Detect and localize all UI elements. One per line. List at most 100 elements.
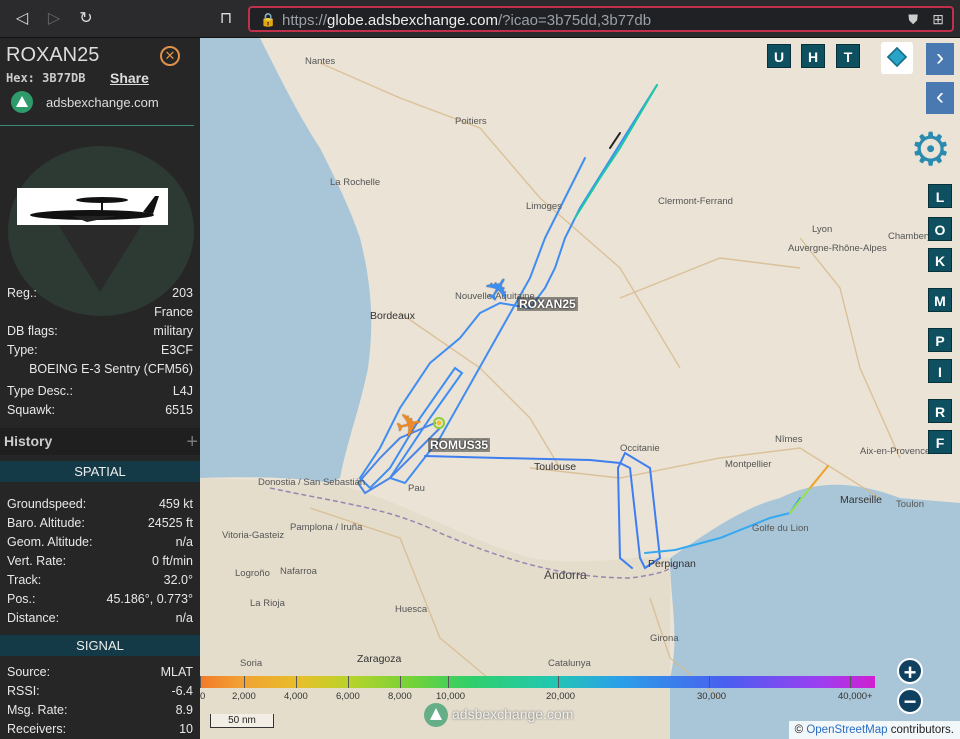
- forward-icon[interactable]: ▷: [44, 9, 64, 29]
- detail-value: E3CF: [161, 343, 193, 357]
- toggle-t-button[interactable]: T: [836, 44, 860, 68]
- bookmark-icon[interactable]: ⊓: [216, 9, 236, 29]
- detail-key: Type:: [7, 343, 38, 357]
- altitude-scale-label: 10,000: [436, 691, 466, 702]
- city-label: Chambery: [888, 231, 932, 242]
- info-row: Distance: n/a: [7, 611, 193, 628]
- toggle-i-button[interactable]: I: [928, 359, 952, 383]
- zoom-in-button[interactable]: +: [897, 658, 923, 685]
- info-key: Source:: [7, 665, 51, 679]
- toggle-u-button[interactable]: U: [767, 44, 791, 68]
- info-key: Receivers:: [7, 722, 67, 736]
- info-key: RSSI:: [7, 684, 40, 698]
- watermark-text: adsbexchange.com: [452, 706, 574, 722]
- url-prefix: https://: [282, 12, 328, 29]
- city-label: Donostia / San Sebastián: [258, 477, 366, 488]
- chevron-right-icon[interactable]: ›: [926, 43, 954, 75]
- blocker-icon[interactable]: ⛊: [908, 12, 918, 28]
- city-label: Limoges: [526, 201, 562, 212]
- info-value: 32.0°: [163, 573, 193, 587]
- toggle-p-button[interactable]: P: [928, 328, 952, 352]
- info-key: Pos.:: [7, 592, 36, 606]
- altitude-scale-tick: [200, 676, 201, 688]
- map-view[interactable]: Nantes Poitiers La Rochelle Limoges Clermont…: [200, 38, 960, 739]
- city-label: Aix-en-Provence: [860, 446, 931, 457]
- detail-row: Type: E3CF: [7, 343, 193, 360]
- altitude-scale-tick: [850, 676, 851, 688]
- hex-value: 3B77DB: [42, 71, 86, 85]
- toggle-r-button[interactable]: R: [928, 399, 952, 423]
- info-row: Pos.: 45.186°, 0.773°: [7, 592, 193, 609]
- expand-icon[interactable]: +: [186, 431, 198, 454]
- city-label: Lyon: [812, 224, 833, 235]
- altitude-scale-label: 6,000: [336, 691, 360, 702]
- detail-key: DB flags:: [7, 324, 58, 338]
- altitude-scale-tick: [244, 676, 245, 688]
- altitude-scale-label: 30,000: [697, 691, 727, 702]
- detail-row: Type Desc.: L4J: [7, 384, 193, 401]
- osm-link[interactable]: OpenStreetMap: [806, 724, 887, 736]
- romus35-label[interactable]: ROMUS35: [428, 438, 491, 452]
- city-label: Auvergne-Rhône-Alpes: [788, 243, 887, 254]
- info-value: 10: [179, 722, 193, 736]
- altitude-scale-tick: [348, 676, 349, 688]
- city-label: Andorra: [544, 568, 587, 582]
- info-row: Geom. Altitude: n/a: [7, 535, 193, 552]
- city-label: Zaragoza: [357, 653, 402, 665]
- toggle-f-button[interactable]: F: [928, 430, 952, 454]
- reload-icon[interactable]: ↻: [76, 9, 96, 29]
- hex-label: Hex:: [6, 71, 35, 85]
- detail-row: France: [7, 305, 193, 322]
- toggle-k-button[interactable]: K: [928, 248, 952, 272]
- share-link[interactable]: Share: [110, 70, 149, 86]
- detail-value: France: [154, 305, 193, 319]
- detail-row: Reg.: 203: [7, 286, 193, 303]
- chevron-left-icon[interactable]: ‹: [926, 82, 954, 114]
- aircraft-photo[interactable]: [17, 188, 168, 225]
- toggle-o-button[interactable]: O: [928, 217, 952, 241]
- info-key: Geom. Altitude:: [7, 535, 93, 549]
- extensions-icon[interactable]: ⊞: [932, 11, 944, 28]
- city-label: Nantes: [305, 56, 336, 67]
- city-label: La Rochelle: [330, 177, 381, 188]
- city-label: Poitiers: [455, 116, 487, 127]
- brand-text: adsbexchange.com: [46, 95, 159, 110]
- altitude-scale-tick: [448, 676, 449, 688]
- city-label: Toulon: [896, 499, 924, 510]
- city-label: Soria: [240, 658, 263, 669]
- info-key: Groundspeed:: [7, 497, 87, 511]
- attribution-prefix: ©: [794, 724, 804, 736]
- toggle-l-button[interactable]: L: [928, 184, 952, 208]
- url-host: globe.adsbexchange.com: [327, 12, 498, 29]
- url-path: /?icao=3b75dd,3b77db: [498, 12, 652, 29]
- info-value: MLAT: [160, 665, 193, 679]
- info-value: 45.186°, 0.773°: [106, 592, 193, 606]
- detail-value: 203: [172, 286, 193, 300]
- info-row: Track: 32.0°: [7, 573, 193, 590]
- info-value: -6.4: [171, 684, 193, 698]
- detail-key: Type Desc.:: [7, 384, 73, 398]
- layers-icon[interactable]: [881, 42, 913, 74]
- close-icon[interactable]: ✕: [160, 46, 180, 66]
- zoom-out-button[interactable]: −: [897, 688, 923, 714]
- aircraft-info-panel: ROXAN25 ✕ Hex: 3B77DB Share adsbexchange…: [0, 38, 200, 739]
- info-row: Source: MLAT: [7, 665, 193, 682]
- detail-row: Squawk: 6515: [7, 403, 193, 420]
- address-bar[interactable]: 🔒 https://globe.adsbexchange.com/?icao=3…: [248, 6, 954, 32]
- info-row: Msg. Rate: 8.9: [7, 703, 193, 720]
- watermark-logo-icon: [424, 703, 448, 727]
- city-label: Golfe du Lion: [752, 523, 809, 534]
- roxan25-label[interactable]: ROXAN25: [517, 297, 578, 311]
- back-icon[interactable]: ◁: [12, 9, 32, 29]
- toggle-h-button[interactable]: H: [801, 44, 825, 68]
- altitude-scale-label: 8,000: [388, 691, 412, 702]
- detail-value: L4J: [172, 384, 193, 398]
- settings-gear-icon[interactable]: ⚙: [910, 126, 951, 172]
- info-row: Vert. Rate: 0 ft/min: [7, 554, 193, 571]
- altitude-scale-tick: [558, 676, 559, 688]
- spatial-header: SPATIAL: [0, 461, 200, 482]
- toggle-m-button[interactable]: M: [928, 288, 952, 312]
- city-label: Girona: [650, 633, 679, 644]
- history-bar[interactable]: History +: [0, 428, 200, 455]
- info-key: Track:: [7, 573, 42, 587]
